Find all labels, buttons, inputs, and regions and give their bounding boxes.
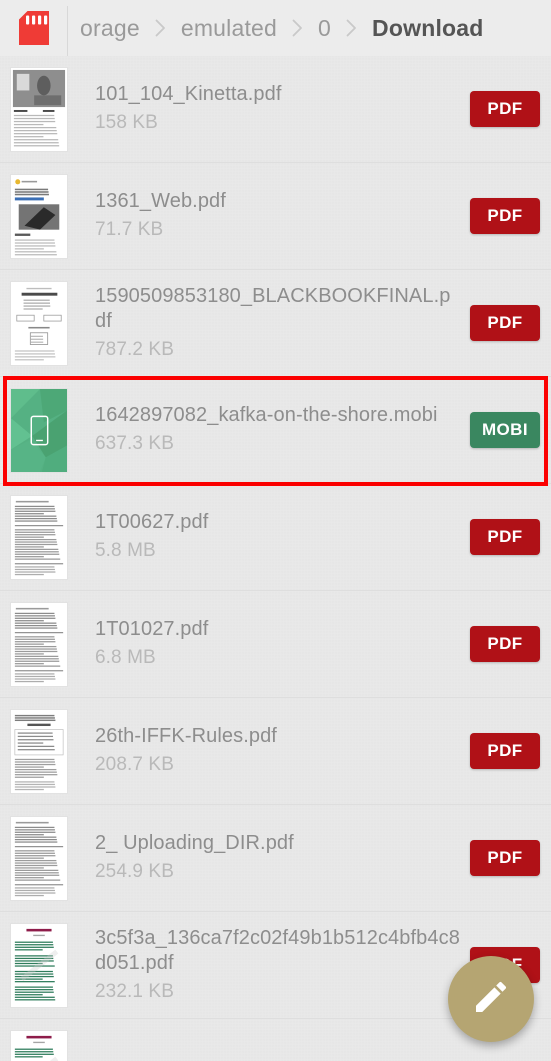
file-list-item[interactable]: 1642897082_kafka-on-the-shore.mobi 637.3 … [0,377,551,484]
file-meta: 1361_Web.pdf 71.7 KB [68,189,470,242]
file-type-badge[interactable]: PDF [470,198,540,234]
file-thumbnail-icon [10,1030,68,1061]
file-meta: 1T01027.pdf 6.8 MB [68,617,470,670]
pencil-edit-icon [471,977,511,1022]
file-type-badge[interactable]: PDF [470,840,540,876]
file-size: 5.8 MB [95,539,156,561]
file-size: 208.7 KB [95,753,174,775]
file-name: 1590509853180_BLACKBOOKFINAL.pdf [95,284,451,333]
file-size: 158 KB [95,111,158,133]
file-name: 1T01027.pdf [95,618,209,641]
file-meta: 1590509853180_BLACKBOOKFINAL.pdf 787.2 KB [68,284,470,363]
file-name: 1T00627.pdf [95,511,209,534]
file-meta: 101_104_Kinetta.pdf 158 KB [68,82,470,135]
file-size: 254.9 KB [95,860,174,882]
breadcrumb: orage emulated 0 Download [68,0,551,56]
file-name: 101_104_Kinetta.pdf [95,83,282,106]
file-list[interactable]: 101_104_Kinetta.pdf 158 KB PDF 1361_Web.pdf… [0,56,551,1061]
file-name: 3c5f3a_136ca7f2c02f49b1b512c4bfb4c8d051.… [95,926,460,975]
file-type-badge[interactable]: PDF [470,626,540,662]
file-list-item[interactable]: 1590509853180_BLACKBOOKFINAL.pdf 787.2 KB… [0,270,551,377]
file-thumbnail-icon [10,280,68,366]
breadcrumb-item[interactable]: 0 [316,15,333,42]
file-meta: 26th-IFFK-Rules.pdf 208.7 KB [68,724,470,777]
file-manager-screen: orage emulated 0 Download 101_104_Kinetta.p… [0,0,551,1061]
file-list-item[interactable]: 2_ Uploading_DIR.pdf 254.9 KB PDF [0,805,551,912]
file-type-badge[interactable]: MOBI [470,412,540,448]
file-type-badge[interactable]: PDF [470,305,540,341]
file-thumbnail-icon [10,815,68,901]
file-size: 6.8 MB [95,646,156,668]
file-list-item[interactable]: 1T00627.pdf 5.8 MB PDF [0,484,551,591]
file-name: 1361_Web.pdf [95,190,226,213]
file-list-item[interactable]: 101_104_Kinetta.pdf 158 KB PDF [0,56,551,163]
file-list-item[interactable]: 26th-IFFK-Rules.pdf 208.7 KB PDF [0,698,551,805]
file-list-item[interactable]: 1T01027.pdf 6.8 MB PDF [0,591,551,698]
file-type-badge[interactable]: PDF [470,519,540,555]
file-meta: 1T00627.pdf 5.8 MB [68,510,470,563]
file-thumbnail-icon [10,601,68,687]
sd-card-icon[interactable] [0,0,68,56]
file-name: 26th-IFFK-Rules.pdf [95,725,277,748]
file-size: 787.2 KB [95,338,174,360]
chevron-right-icon [292,19,303,37]
breadcrumb-item[interactable]: emulated [179,15,279,42]
file-meta: 1642897082_kafka-on-the-shore.mobi 637.3 … [68,403,470,456]
file-meta: 2_ Uploading_DIR.pdf 254.9 KB [68,831,470,884]
file-thumbnail-icon [10,922,68,1008]
breadcrumb-bar: orage emulated 0 Download [0,0,551,56]
file-name: 2_ Uploading_DIR.pdf [95,832,294,855]
breadcrumb-item-current[interactable]: Download [370,15,491,42]
file-size: 71.7 KB [95,218,164,240]
file-meta: 3c5f3a_136ca7f2c02f49b1b512c4bfb4c8d051.… [68,926,470,1005]
chevron-right-icon [155,19,166,37]
file-list-item[interactable]: 1361_Web.pdf 71.7 KB PDF [0,163,551,270]
breadcrumb-item[interactable]: orage [78,15,142,42]
file-thumbnail-icon [10,387,68,473]
file-thumbnail-icon [10,494,68,580]
file-thumbnail-icon [10,66,68,152]
file-type-badge[interactable]: PDF [470,91,540,127]
file-thumbnail-icon [10,708,68,794]
file-name: 1642897082_kafka-on-the-shore.mobi [95,404,438,427]
chevron-right-icon [346,19,357,37]
file-thumbnail-icon [10,173,68,259]
edit-fab-button[interactable] [448,956,534,1042]
file-type-badge[interactable]: PDF [470,733,540,769]
file-size: 232.1 KB [95,980,174,1002]
file-size: 637.3 KB [95,432,174,454]
